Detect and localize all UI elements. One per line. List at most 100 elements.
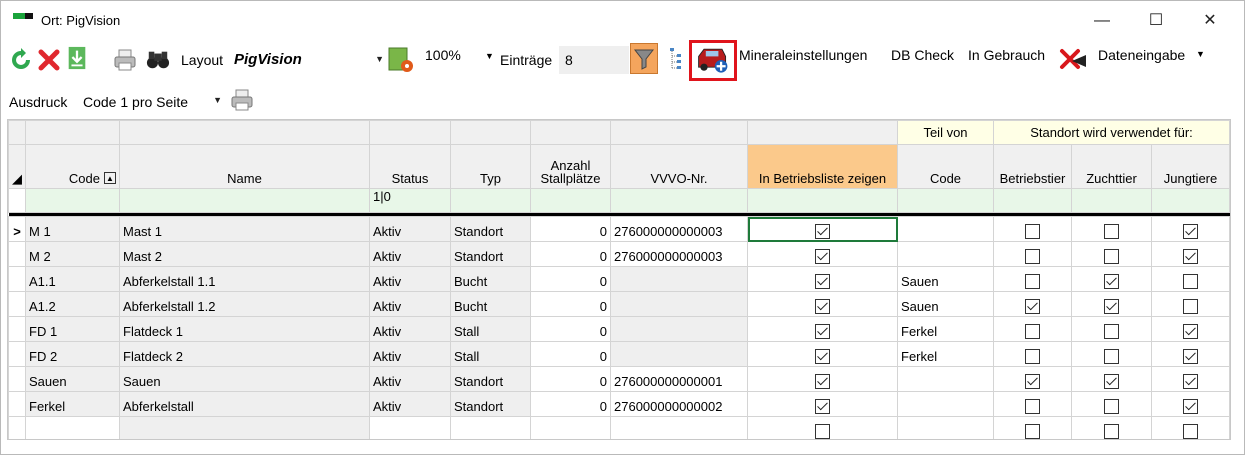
cell-code[interactable]: A1.2 <box>25 291 120 317</box>
cell-status[interactable]: Aktiv <box>369 366 451 392</box>
data-entry-menu[interactable]: Dateneingabe <box>1098 47 1185 63</box>
farm-animal-checkbox[interactable] <box>1025 424 1040 439</box>
breeding-animal-cell[interactable] <box>1071 266 1152 292</box>
show-in-list-cell[interactable] <box>747 266 898 292</box>
filter-farm-animal[interactable] <box>993 188 1072 213</box>
cell-type[interactable]: Standort <box>450 216 531 242</box>
delete-icon[interactable] <box>37 48 61 72</box>
print-icon[interactable] <box>230 88 254 112</box>
table-row[interactable]: A1.2 Abferkelstall 1.2 Aktiv Bucht 0 Sauen <box>8 291 1230 317</box>
cell-name[interactable]: Flatdeck 1 <box>119 316 370 342</box>
layout-settings-icon[interactable] <box>387 46 415 74</box>
cell-status[interactable]: Aktiv <box>369 216 451 242</box>
cell-part-code[interactable]: Ferkel <box>897 316 994 342</box>
show-in-list-checkbox[interactable] <box>815 324 830 339</box>
filter-stall-count[interactable] <box>530 188 611 213</box>
breeding-animal-checkbox[interactable] <box>1104 274 1119 289</box>
cell-stall-count[interactable]: 0 <box>530 366 611 392</box>
cell-code[interactable]: FD 2 <box>25 341 120 367</box>
cell-part-code[interactable]: Sauen <box>897 266 994 292</box>
new-location-button[interactable] <box>689 40 737 81</box>
cell-type[interactable]: Bucht <box>450 266 531 292</box>
show-in-list-cell[interactable] <box>747 291 898 317</box>
breeding-animal-cell[interactable] <box>1071 316 1152 342</box>
young-animals-cell[interactable] <box>1151 216 1230 242</box>
mineral-settings-button[interactable]: Mineraleinstellungen <box>739 47 867 63</box>
young-animals-cell[interactable] <box>1151 241 1230 267</box>
table-row[interactable]: Sauen Sauen Aktiv Standort 0 276000000000001 <box>8 366 1230 392</box>
cell-part-code[interactable] <box>897 391 994 417</box>
filter-name[interactable] <box>119 188 370 213</box>
filter-toggle-button[interactable] <box>630 43 658 74</box>
farm-animal-cell[interactable] <box>993 341 1072 367</box>
col-header-part-code[interactable]: Code <box>897 144 994 189</box>
cell-code[interactable]: M 1 <box>25 216 120 242</box>
col-header-stall-count[interactable]: Anzahl Stallplätze <box>530 144 611 189</box>
cell-vvvo[interactable] <box>610 266 748 292</box>
farm-animal-cell[interactable] <box>993 316 1072 342</box>
cell-type[interactable]: Stall <box>450 316 531 342</box>
breeding-animal-cell[interactable] <box>1071 341 1152 367</box>
row-header[interactable] <box>8 391 26 417</box>
farm-animal-checkbox[interactable] <box>1025 399 1040 414</box>
row-header[interactable]: > <box>8 216 26 242</box>
breeding-animal-checkbox[interactable] <box>1104 249 1119 264</box>
young-animals-checkbox[interactable] <box>1183 324 1198 339</box>
cell-stall-count[interactable]: 0 <box>530 216 611 242</box>
cell-code[interactable]: A1.1 <box>25 266 120 292</box>
cell-status[interactable]: Aktiv <box>369 316 451 342</box>
show-in-list-checkbox[interactable] <box>815 274 830 289</box>
farm-animal-cell[interactable] <box>993 266 1072 292</box>
cell-part-code[interactable] <box>897 216 994 242</box>
young-animals-checkbox[interactable] <box>1183 274 1198 289</box>
young-animals-checkbox[interactable] <box>1183 299 1198 314</box>
farm-animal-checkbox[interactable] <box>1025 249 1040 264</box>
young-animals-cell[interactable] <box>1151 291 1230 317</box>
printer-icon[interactable] <box>113 48 137 72</box>
col-header-farm-animal[interactable]: Betriebstier <box>993 144 1072 189</box>
filter-breeding-animal[interactable] <box>1071 188 1152 213</box>
farm-animal-cell[interactable] <box>993 366 1072 392</box>
zoom-dropdown-icon[interactable]: ▼ <box>485 51 494 61</box>
cell-stall-count[interactable]: 0 <box>530 266 611 292</box>
cell-name[interactable]: Mast 2 <box>119 241 370 267</box>
maximize-button[interactable]: ☐ <box>1133 7 1179 35</box>
cell-vvvo[interactable]: 276000000000002 <box>610 391 748 417</box>
show-in-list-checkbox[interactable] <box>815 299 830 314</box>
cell-type[interactable]: Stall <box>450 341 531 367</box>
cancel-entry-icon[interactable] <box>1056 47 1088 73</box>
cell-status[interactable]: Aktiv <box>369 241 451 267</box>
cell-name[interactable]: Abferkelstall 1.2 <box>119 291 370 317</box>
cell-name[interactable]: Abferkelstall <box>119 391 370 417</box>
show-in-list-checkbox[interactable] <box>815 224 830 239</box>
cell-code[interactable]: Ferkel <box>25 391 120 417</box>
col-header-name[interactable]: Name <box>119 144 370 189</box>
breeding-animal-cell[interactable] <box>1071 216 1152 242</box>
farm-animal-checkbox[interactable] <box>1025 274 1040 289</box>
young-animals-checkbox[interactable] <box>1183 249 1198 264</box>
in-use-button[interactable]: In Gebrauch <box>968 47 1045 63</box>
cell-name[interactable]: Sauen <box>119 366 370 392</box>
breeding-animal-cell[interactable] <box>1071 366 1152 392</box>
young-animals-checkbox[interactable] <box>1183 424 1198 439</box>
breeding-animal-cell[interactable] <box>1071 241 1152 267</box>
farm-animal-checkbox[interactable] <box>1025 374 1040 389</box>
cell-vvvo[interactable] <box>610 316 748 342</box>
cell-part-code[interactable] <box>897 366 994 392</box>
cell-stall-count[interactable]: 0 <box>530 241 611 267</box>
zoom-level[interactable]: 100% <box>425 47 461 63</box>
close-button[interactable]: ✕ <box>1187 7 1233 35</box>
filter-code[interactable] <box>25 188 120 213</box>
farm-animal-checkbox[interactable] <box>1025 224 1040 239</box>
breeding-animal-cell[interactable] <box>1071 391 1152 417</box>
binoculars-icon[interactable] <box>146 48 170 72</box>
young-animals-checkbox[interactable] <box>1183 399 1198 414</box>
show-in-list-cell[interactable] <box>747 241 898 267</box>
cell-code[interactable]: FD 1 <box>25 316 120 342</box>
table-row[interactable]: Ferkel Abferkelstall Aktiv Standort 0 2760000… <box>8 391 1230 417</box>
young-animals-cell[interactable] <box>1151 341 1230 367</box>
young-animals-checkbox[interactable] <box>1183 374 1198 389</box>
breeding-animal-checkbox[interactable] <box>1104 374 1119 389</box>
row-header[interactable] <box>8 341 26 367</box>
show-in-list-checkbox[interactable] <box>815 424 830 439</box>
